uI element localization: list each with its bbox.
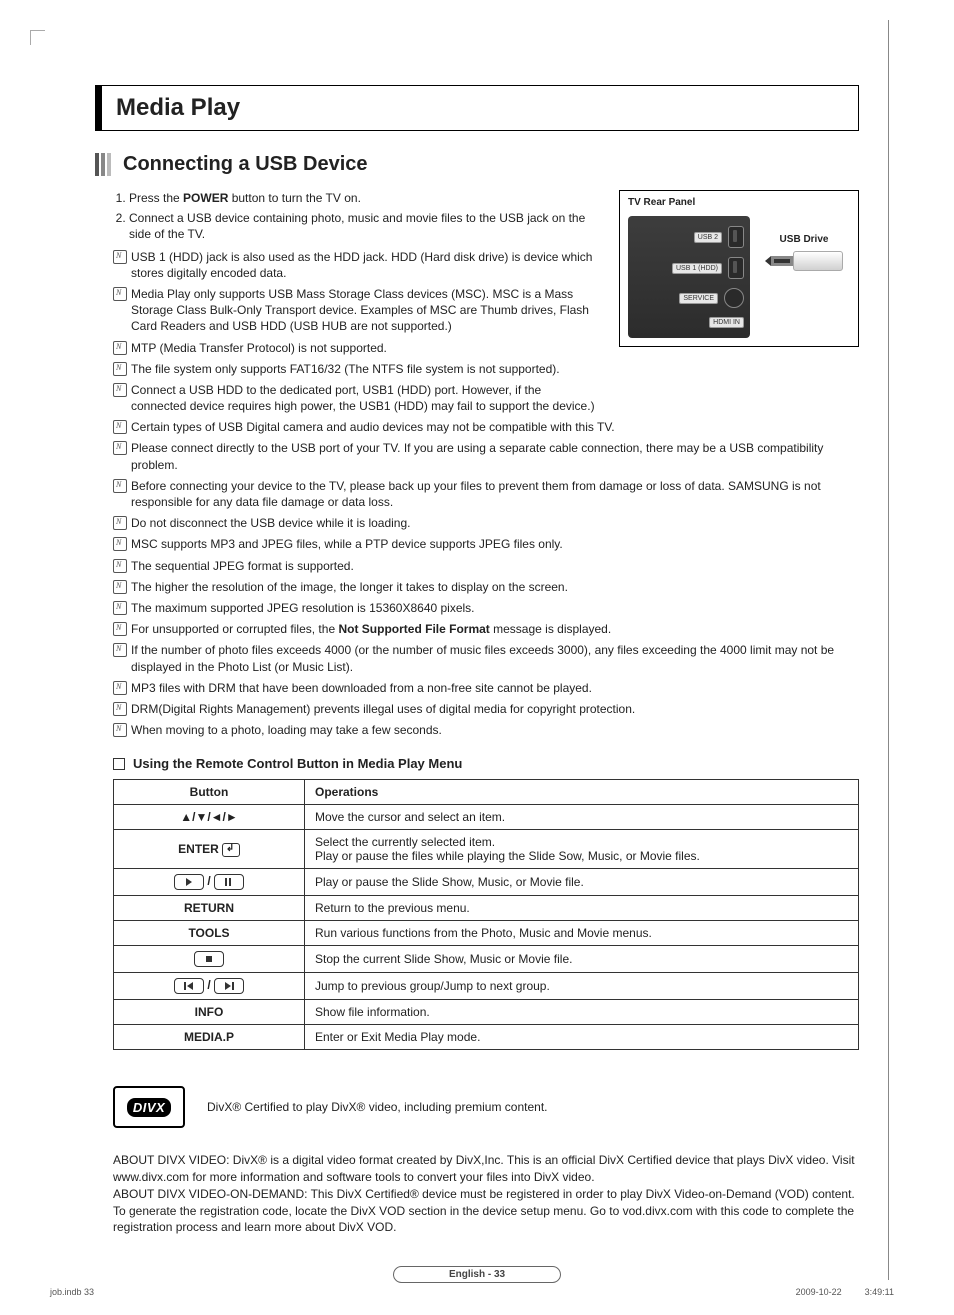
operation-cell: Return to the previous menu. [305,896,859,921]
note-item: MP3 files with DRM that have been downlo… [113,680,859,696]
remote-control-table: Button Operations ▲/▼/◄/►Move the cursor… [113,779,859,1050]
note-item: Do not disconnect the USB device while i… [113,515,859,531]
note-item: The sequential JPEG format is supported. [113,558,859,574]
note-item: The higher the resolution of the image, … [113,579,859,595]
operation-cell: Run various functions from the Photo, Mu… [305,921,859,946]
page-title-box: Media Play [95,85,859,131]
note-item: MSC supports MP3 and JPEG files, while a… [113,536,859,552]
th-operations: Operations [305,780,859,805]
operation-cell: Show file information. [305,1000,859,1025]
divx-about-1: ABOUT DIVX VIDEO: DivX® is a digital vid… [113,1152,855,1186]
table-row: ▲/▼/◄/►Move the cursor and select an ite… [114,805,859,830]
button-cell: MEDIA.P [114,1025,305,1050]
note-item: DRM(Digital Rights Management) prevents … [113,701,859,717]
meta-left: job.indb 33 [50,1287,94,1297]
note-item: Please connect directly to the USB port … [113,440,859,472]
note-item: USB 1 (HDD) jack is also used as the HDD… [113,249,859,281]
note-item: Before connecting your device to the TV,… [113,478,859,510]
table-row: RETURNReturn to the previous menu. [114,896,859,921]
note-item: The file system only supports FAT16/32 (… [113,361,859,377]
stop-icon [194,951,224,967]
operation-cell: Select the currently selected item.Play … [305,830,859,869]
usb-drive-label: USB Drive [780,234,829,245]
table-heading-text: Using the Remote Control Button in Media… [133,756,462,771]
section-title: Connecting a USB Device [123,153,368,176]
meta-right: 2009-10-22 3:49:11 [796,1287,894,1297]
note-item: Certain types of USB Digital camera and … [113,419,859,435]
table-row: / Jump to previous group/Jump to next gr… [114,973,859,1000]
heading-bars-icon [95,153,113,176]
table-heading: Using the Remote Control Button in Media… [113,756,859,771]
enter-icon [222,843,240,857]
crop-mark-icon [30,30,45,45]
note-item: Connect a USB HDD to the dedicated port,… [113,382,859,414]
divx-certified-text: DivX® Certified to play DivX® video, inc… [207,1100,548,1114]
page-number-pill: English - 33 [393,1266,561,1283]
square-bullet-icon [113,758,125,770]
operation-cell: Play or pause the Slide Show, Music, or … [305,869,859,896]
panel-title: TV Rear Panel [620,191,858,208]
next-icon [214,978,244,994]
button-cell: ▲/▼/◄/► [114,805,305,830]
table-row: MEDIA.PEnter or Exit Media Play mode. [114,1025,859,1050]
operation-cell: Stop the current Slide Show, Music or Mo… [305,946,859,973]
table-row: INFOShow file information. [114,1000,859,1025]
divx-row: DIVX DivX® Certified to play DivX® video… [113,1086,859,1128]
divx-logo-icon: DIVX [113,1086,185,1128]
table-row: / Play or pause the Slide Show, Music, o… [114,869,859,896]
note-item: When moving to a photo, loading may take… [113,722,859,738]
pause-icon [214,874,244,890]
print-meta: job.indb 33 2009-10-22 3:49:11 [50,1287,894,1297]
note-item: For unsupported or corrupted files, the … [113,621,859,637]
button-cell: RETURN [114,896,305,921]
prev-icon [174,978,204,994]
note-item: MTP (Media Transfer Protocol) is not sup… [113,340,859,356]
note-item: The maximum supported JPEG resolution is… [113,600,859,616]
notes-list: USB 1 (HDD) jack is also used as the HDD… [95,249,859,739]
table-row: Stop the current Slide Show, Music or Mo… [114,946,859,973]
button-cell: / [114,973,305,1000]
table-row: TOOLSRun various functions from the Phot… [114,921,859,946]
button-cell: ENTER [114,830,305,869]
button-cell [114,946,305,973]
port-label: USB 2 [694,232,722,243]
note-item: If the number of photo files exceeds 400… [113,642,859,674]
operation-cell: Move the cursor and select an item. [305,805,859,830]
usb-port-icon [728,226,744,248]
table-row: ENTERSelect the currently selected item.… [114,830,859,869]
note-item: Media Play only supports USB Mass Storag… [113,286,859,335]
button-cell: / [114,869,305,896]
section-heading: Connecting a USB Device [95,153,859,176]
th-button: Button [114,780,305,805]
operation-cell: Jump to previous group/Jump to next grou… [305,973,859,1000]
button-cell: TOOLS [114,921,305,946]
page-title: Media Play [116,94,844,122]
play-icon [174,874,204,890]
operation-cell: Enter or Exit Media Play mode. [305,1025,859,1050]
button-cell: INFO [114,1000,305,1025]
divx-about-2: ABOUT DIVX VIDEO-ON-DEMAND: This DivX Ce… [113,1186,855,1236]
crop-vertical-icon [888,20,889,1280]
